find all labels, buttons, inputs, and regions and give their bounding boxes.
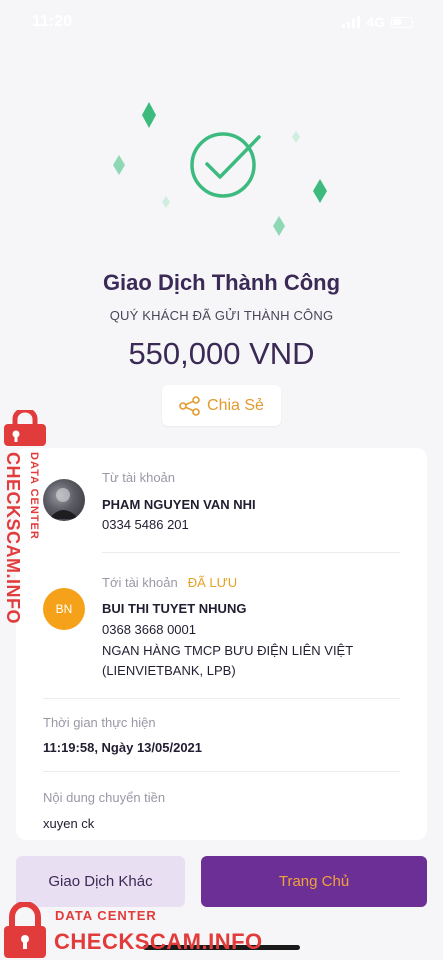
sparkle-icon (113, 102, 327, 236)
transfer-amount: 550,000 VND (128, 336, 315, 371)
divider (43, 771, 400, 772)
watermark-vertical: DATA CENTER CHECKSCAM.INFO (0, 452, 40, 624)
content-value: xuyen ck (43, 816, 95, 831)
sender-avatar (43, 479, 85, 521)
transaction-details-card: Từ tài khoản PHAM NGUYEN VAN NHI 0334 54… (16, 448, 427, 840)
saved-badge: ĐÃ LƯU (187, 575, 238, 590)
content-label: Nội dung chuyển tiền (43, 790, 166, 805)
home-button[interactable]: Trang Chủ (201, 856, 427, 907)
status-bar: 11:20 4G (0, 0, 443, 44)
battery-icon (391, 16, 413, 28)
share-button[interactable]: Chia Sẻ (162, 385, 281, 426)
watermark-lock-icon (4, 902, 46, 958)
recipient-account: 0368 3668 0001 (102, 622, 196, 637)
to-account-label: Tới tài khoản ĐÃ LƯU (102, 575, 237, 590)
watermark-vertical-big: CHECKSCAM.INFO (3, 452, 23, 624)
watermark-big-text: CHECKSCAM.INFO (54, 929, 263, 954)
watermark-vertical-small: DATA CENTER (28, 452, 40, 540)
divider (43, 698, 400, 699)
share-icon (179, 395, 200, 416)
network-label: 4G (366, 14, 385, 30)
watermark-small-text: DATA CENTER (55, 908, 157, 923)
recipient-bank-code: (LIENVIETBANK, LPB) (102, 663, 236, 678)
divider (102, 552, 400, 553)
success-subtitle: QUÝ KHÁCH ĐÃ GỬI THÀNH CÔNG (109, 308, 334, 323)
recipient-name: BUI THI TUYET NHUNG (102, 601, 247, 616)
share-label: Chia Sẻ (207, 396, 264, 414)
status-time: 11:20 (32, 13, 73, 30)
other-transaction-button[interactable]: Giao Dịch Khác (16, 856, 185, 907)
watermark-lock-icon (4, 410, 46, 446)
status-icons: 4G (342, 14, 413, 30)
from-account-label: Từ tài khoản (102, 470, 176, 485)
sender-name: PHAM NGUYEN VAN NHI (102, 497, 256, 512)
success-title: Giao Dịch Thành Công (102, 270, 341, 295)
to-account-label-text: Tới tài khoản (102, 575, 178, 590)
success-illustration (0, 90, 443, 250)
success-check-icon (190, 132, 261, 198)
time-value: 11:19:58, Ngày 13/05/2021 (43, 740, 203, 755)
time-label: Thời gian thực hiện (43, 715, 156, 730)
sender-account: 0334 5486 201 (102, 517, 189, 532)
signal-icon (342, 16, 361, 28)
recipient-avatar: BN (43, 588, 85, 630)
recipient-bank: NGAN HÀNG TMCP BƯU ĐIỆN LIÊN VIỆT (102, 643, 354, 658)
